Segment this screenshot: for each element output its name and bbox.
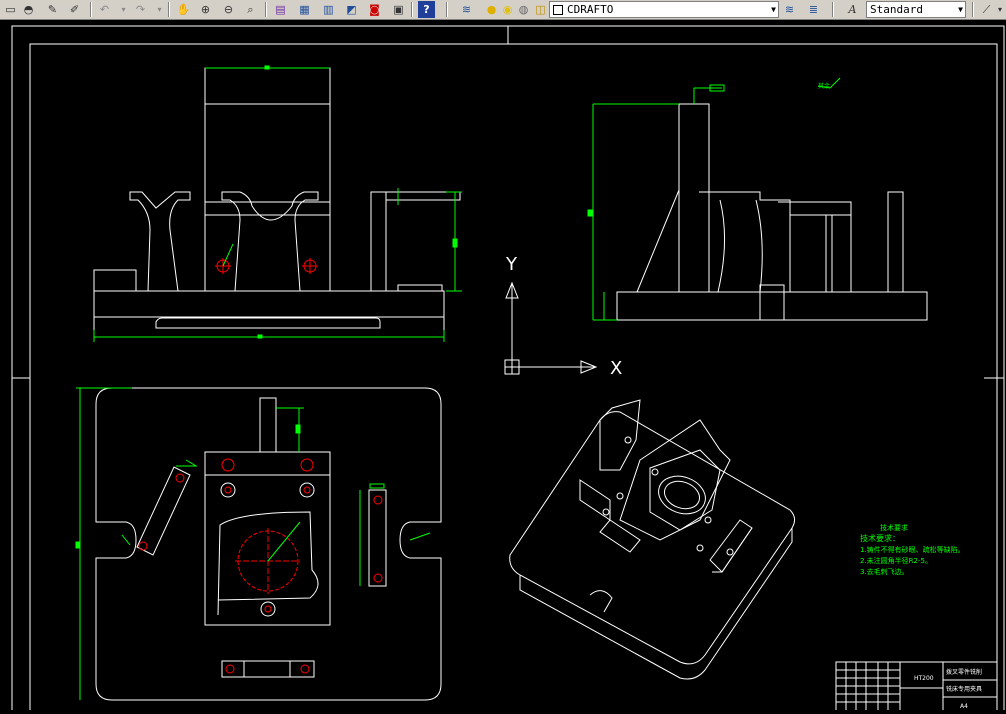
title-name-2: 铣床专用夹具 xyxy=(946,685,982,693)
design-center-icon[interactable]: ▦ xyxy=(296,1,313,18)
layer-states-icon[interactable]: ≣ xyxy=(805,1,822,18)
standard-toolbar: ▭ ◓ ✎ ✐ ↶ ▾ ↷ ▾ ✋ ⊕ ⊖ ⌕ ▤ ▦ ▥ ◩ ◙ ▣ ? ≋ … xyxy=(0,0,1006,20)
redo-icon[interactable]: ↷ xyxy=(132,1,149,18)
toolbar-separator xyxy=(411,2,413,17)
title-sheet: A4 xyxy=(960,703,968,710)
layer-dropdown[interactable]: CDRAFTO ▼ xyxy=(549,1,779,18)
layer-color-swatch xyxy=(553,5,563,15)
dim-style-icon[interactable]: ⟋ xyxy=(978,1,995,18)
tech-line-2: 2.未注圆角半径R2-5。 xyxy=(860,556,932,565)
markup-icon[interactable]: ◙ xyxy=(366,1,383,18)
top-view xyxy=(75,387,442,701)
title-material: HT200 xyxy=(914,675,934,682)
pan-icon[interactable]: ✋ xyxy=(175,1,192,18)
sheet-set-icon[interactable]: ◩ xyxy=(343,1,360,18)
tech-line-3: 3.去毛刺飞边。 xyxy=(860,567,909,576)
layer-on-icon[interactable]: ● xyxy=(483,1,500,18)
tech-header: 技术要求： xyxy=(860,533,900,543)
match-props-icon[interactable]: ✐ xyxy=(66,1,83,18)
text-style-dropdown[interactable]: Standard ▼ xyxy=(866,1,966,18)
pencil-icon[interactable]: ✎ xyxy=(44,1,61,18)
isometric-view xyxy=(509,399,796,680)
tool-palettes-icon[interactable]: ▥ xyxy=(320,1,337,18)
properties-icon[interactable]: ▤ xyxy=(272,1,289,18)
text-style-icon[interactable]: A xyxy=(844,1,861,18)
tech-line-1: 1.铸件不得有砂眼、疏松等缺陷。 xyxy=(860,545,965,554)
title-block: HT200 拨叉零件铣削 铣床专用夹具 A4 xyxy=(835,661,998,713)
tech-title: 技术要求 xyxy=(880,523,908,532)
help-icon[interactable]: ? xyxy=(418,1,435,18)
layer-previous-icon[interactable]: ≋ xyxy=(781,1,798,18)
new-icon[interactable]: ▭ xyxy=(2,1,19,18)
layer-color-icon[interactable]: ◫ xyxy=(532,1,549,18)
undo-dropdown-icon[interactable]: ▾ xyxy=(115,1,132,18)
calculator-icon[interactable]: ▣ xyxy=(390,1,407,18)
annotation-mark: 其余 xyxy=(818,82,830,90)
drawing-svg: Y X 技术要求 技术要求： 1.铸件不得有砂眼、疏松等缺陷。 2.未注圆角半径… xyxy=(11,25,1005,714)
chevron-down-icon: ▼ xyxy=(771,5,776,14)
toolbar-separator xyxy=(832,2,834,17)
zoom-previous-icon[interactable]: ⌕ xyxy=(242,1,259,18)
side-view xyxy=(587,77,928,321)
axis-y-label: Y xyxy=(505,254,518,275)
toolbar-separator xyxy=(90,2,92,17)
undo-icon[interactable]: ↶ xyxy=(96,1,113,18)
chevron-down-icon: ▼ xyxy=(958,5,963,14)
text-style-name: Standard xyxy=(870,3,923,16)
toolbar-separator xyxy=(972,2,974,17)
zoom-window-icon[interactable]: ⊖ xyxy=(220,1,237,18)
axis-x-label: X xyxy=(610,358,622,379)
ucs-icon: Y X xyxy=(504,254,622,379)
layer-manager-icon[interactable]: ≋ xyxy=(458,1,475,18)
toolbar-separator xyxy=(265,2,267,17)
title-name-1: 拨叉零件铣削 xyxy=(946,668,982,676)
layer-freeze-icon[interactable]: ◉ xyxy=(499,1,516,18)
zoom-realtime-icon[interactable]: ⊕ xyxy=(197,1,214,18)
drawing-frame xyxy=(11,25,1005,714)
layer-name: CDRAFTO xyxy=(567,3,614,16)
redo-dropdown-icon[interactable]: ▾ xyxy=(151,1,168,18)
toolbar-separator xyxy=(446,2,448,17)
front-view xyxy=(93,65,462,342)
chevron-down-icon[interactable]: ▾ xyxy=(995,1,1005,18)
technical-requirements: 技术要求 技术要求： 1.铸件不得有砂眼、疏松等缺陷。 2.未注圆角半径R2-5… xyxy=(860,523,965,576)
toolbar-separator xyxy=(168,2,170,17)
open-icon[interactable]: ◓ xyxy=(20,1,37,18)
drawing-canvas[interactable]: Y X 技术要求 技术要求： 1.铸件不得有砂眼、疏松等缺陷。 2.未注圆角半径… xyxy=(0,20,1006,714)
layer-lock-icon[interactable]: ◍ xyxy=(515,1,532,18)
